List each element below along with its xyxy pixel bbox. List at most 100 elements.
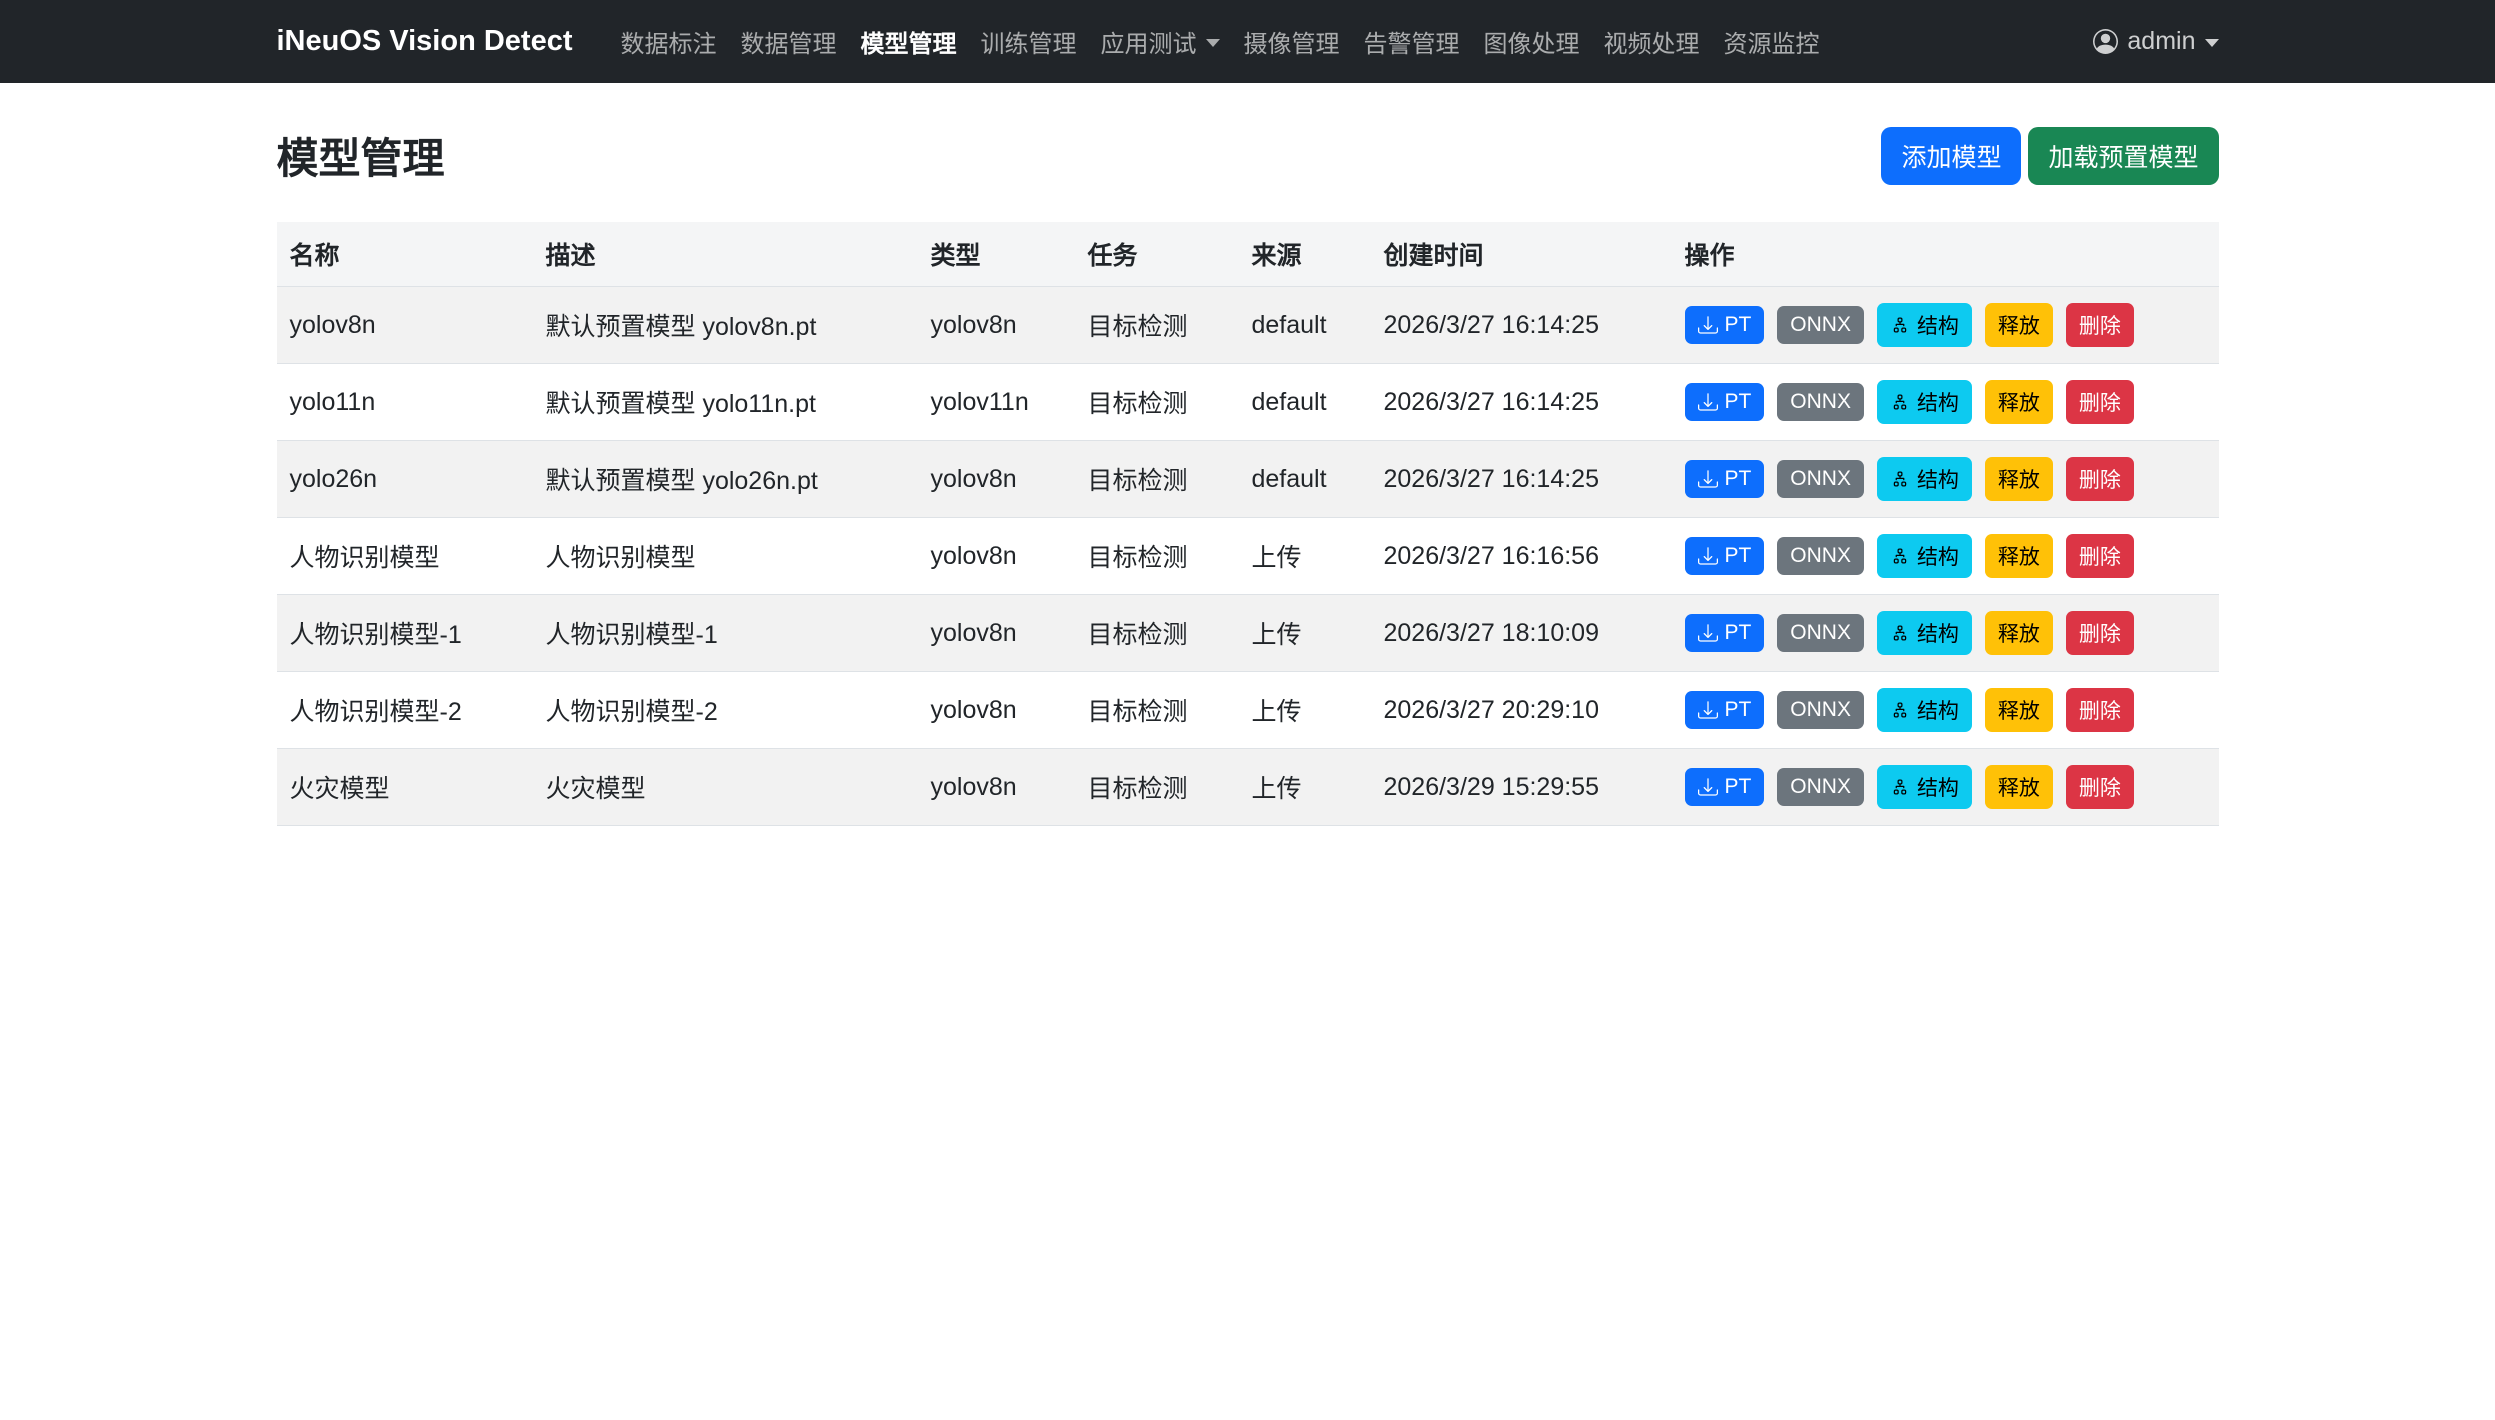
- table-row: 人物识别模型-1 人物识别模型-1 yolov8n 目标检测 上传 2026/3…: [277, 595, 2219, 672]
- structure-button[interactable]: 结构: [1877, 457, 1972, 501]
- nav-item-label: 数据标注: [621, 24, 717, 59]
- header-buttons: 添加模型 加载预置模型: [1881, 127, 2218, 185]
- onnx-button[interactable]: ONNX: [1777, 768, 1864, 806]
- download-icon: [1698, 623, 1718, 643]
- model-created-cell: 2026/3/27 16:14:25: [1371, 441, 1672, 518]
- model-source-cell: 上传: [1239, 672, 1371, 749]
- structure-button[interactable]: 结构: [1877, 688, 1972, 732]
- load-preset-model-button[interactable]: 加载预置模型: [2028, 127, 2218, 185]
- model-task-cell: 目标检测: [1075, 518, 1239, 595]
- delete-button[interactable]: 删除: [2066, 457, 2134, 501]
- actions-cell: PT ONNX 结构 释放: [1672, 441, 2219, 518]
- download-pt-button[interactable]: PT: [1685, 614, 1765, 652]
- model-name-cell: yolov8n: [277, 287, 533, 364]
- download-pt-button[interactable]: PT: [1685, 460, 1765, 498]
- structure-button[interactable]: 结构: [1877, 303, 1972, 347]
- release-button[interactable]: 释放: [1985, 611, 2053, 655]
- diagram-icon: [1890, 546, 1910, 566]
- model-name-cell: 人物识别模型: [277, 518, 533, 595]
- delete-button[interactable]: 删除: [2066, 380, 2134, 424]
- delete-button[interactable]: 删除: [2066, 688, 2134, 732]
- release-button[interactable]: 释放: [1985, 457, 2053, 501]
- diagram-icon: [1890, 392, 1910, 412]
- diagram-icon: [1890, 700, 1910, 720]
- nav-item-label: 视频处理: [1604, 24, 1700, 59]
- download-pt-button[interactable]: PT: [1685, 383, 1765, 421]
- onnx-button[interactable]: ONNX: [1777, 383, 1864, 421]
- model-source-cell: 上传: [1239, 595, 1371, 672]
- diagram-icon: [1890, 623, 1910, 643]
- download-icon: [1698, 546, 1718, 566]
- column-header-created: 创建时间: [1371, 222, 1672, 287]
- release-button[interactable]: 释放: [1985, 765, 2053, 809]
- nav-item-label: 数据管理: [741, 24, 837, 59]
- model-created-cell: 2026/3/27 16:14:25: [1371, 287, 1672, 364]
- structure-button[interactable]: 结构: [1877, 765, 1972, 809]
- nav-item[interactable]: 应用测试: [1089, 24, 1232, 59]
- page-header: 模型管理 添加模型 加载预置模型: [277, 125, 2219, 186]
- onnx-button[interactable]: ONNX: [1777, 614, 1864, 652]
- nav-item-label: 资源监控: [1724, 24, 1820, 59]
- model-name-cell: yolo26n: [277, 441, 533, 518]
- actions-cell: PT ONNX 结构 释放: [1672, 364, 2219, 441]
- download-pt-button[interactable]: PT: [1685, 768, 1765, 806]
- download-icon: [1698, 315, 1718, 335]
- model-task-cell: 目标检测: [1075, 364, 1239, 441]
- table-row: 人物识别模型-2 人物识别模型-2 yolov8n 目标检测 上传 2026/3…: [277, 672, 2219, 749]
- onnx-button[interactable]: ONNX: [1777, 691, 1864, 729]
- onnx-button[interactable]: ONNX: [1777, 306, 1864, 344]
- download-pt-button[interactable]: PT: [1685, 306, 1765, 344]
- onnx-button[interactable]: ONNX: [1777, 460, 1864, 498]
- release-button[interactable]: 释放: [1985, 688, 2053, 732]
- models-table: 名称 描述 类型 任务 来源 创建时间 操作 yolov8n 默认预置模型 yo…: [277, 222, 2219, 826]
- structure-button[interactable]: 结构: [1877, 611, 1972, 655]
- table-row: yolov8n 默认预置模型 yolov8n.pt yolov8n 目标检测 d…: [277, 287, 2219, 364]
- structure-button[interactable]: 结构: [1877, 534, 1972, 578]
- delete-button[interactable]: 删除: [2066, 611, 2134, 655]
- table-row: 火灾模型 火灾模型 yolov8n 目标检测 上传 2026/3/29 15:2…: [277, 749, 2219, 826]
- add-model-button[interactable]: 添加模型: [1881, 127, 2021, 185]
- model-source-cell: 上传: [1239, 749, 1371, 826]
- nav-item[interactable]: 视频处理: [1592, 24, 1712, 59]
- delete-button[interactable]: 删除: [2066, 303, 2134, 347]
- nav-item-label: 摄像管理: [1244, 24, 1340, 59]
- model-name-cell: 火灾模型: [277, 749, 533, 826]
- delete-button[interactable]: 删除: [2066, 534, 2134, 578]
- nav-menu: 数据标注 数据管理 模型管理: [609, 24, 2094, 59]
- nav-item-label: 告警管理: [1364, 24, 1460, 59]
- structure-button[interactable]: 结构: [1877, 380, 1972, 424]
- nav-item[interactable]: 图像处理: [1472, 24, 1592, 59]
- nav-item[interactable]: 训练管理: [969, 24, 1089, 59]
- diagram-icon: [1890, 777, 1910, 797]
- nav-item[interactable]: 数据标注: [609, 24, 729, 59]
- model-description-cell: 默认预置模型 yolov8n.pt: [533, 287, 918, 364]
- model-task-cell: 目标检测: [1075, 672, 1239, 749]
- table-row: 人物识别模型 人物识别模型 yolov8n 目标检测 上传 2026/3/27 …: [277, 518, 2219, 595]
- nav-item[interactable]: 模型管理: [849, 24, 969, 59]
- nav-item[interactable]: 数据管理: [729, 24, 849, 59]
- download-pt-button[interactable]: PT: [1685, 691, 1765, 729]
- delete-button[interactable]: 删除: [2066, 765, 2134, 809]
- release-button[interactable]: 释放: [1985, 303, 2053, 347]
- model-created-cell: 2026/3/27 20:29:10: [1371, 672, 1672, 749]
- release-button[interactable]: 释放: [1985, 534, 2053, 578]
- column-header-source: 来源: [1239, 222, 1371, 287]
- model-type-cell: yolov8n: [918, 595, 1075, 672]
- brand[interactable]: iNeuOS Vision Detect: [277, 25, 573, 58]
- column-header-type: 类型: [918, 222, 1075, 287]
- navbar: iNeuOS Vision Detect 数据标注 数据管理: [0, 0, 2495, 83]
- nav-item-label: 模型管理: [861, 24, 957, 59]
- release-button[interactable]: 释放: [1985, 380, 2053, 424]
- page-title: 模型管理: [277, 125, 445, 186]
- download-pt-button[interactable]: PT: [1685, 537, 1765, 575]
- nav-item[interactable]: 资源监控: [1712, 24, 1832, 59]
- table-header-row: 名称 描述 类型 任务 来源 创建时间 操作: [277, 222, 2219, 287]
- onnx-button[interactable]: ONNX: [1777, 537, 1864, 575]
- model-type-cell: yolov11n: [918, 364, 1075, 441]
- model-created-cell: 2026/3/27 18:10:09: [1371, 595, 1672, 672]
- model-description-cell: 人物识别模型: [533, 518, 918, 595]
- download-icon: [1698, 469, 1718, 489]
- user-menu[interactable]: admin: [2093, 27, 2218, 56]
- nav-item[interactable]: 摄像管理: [1232, 24, 1352, 59]
- nav-item[interactable]: 告警管理: [1352, 24, 1472, 59]
